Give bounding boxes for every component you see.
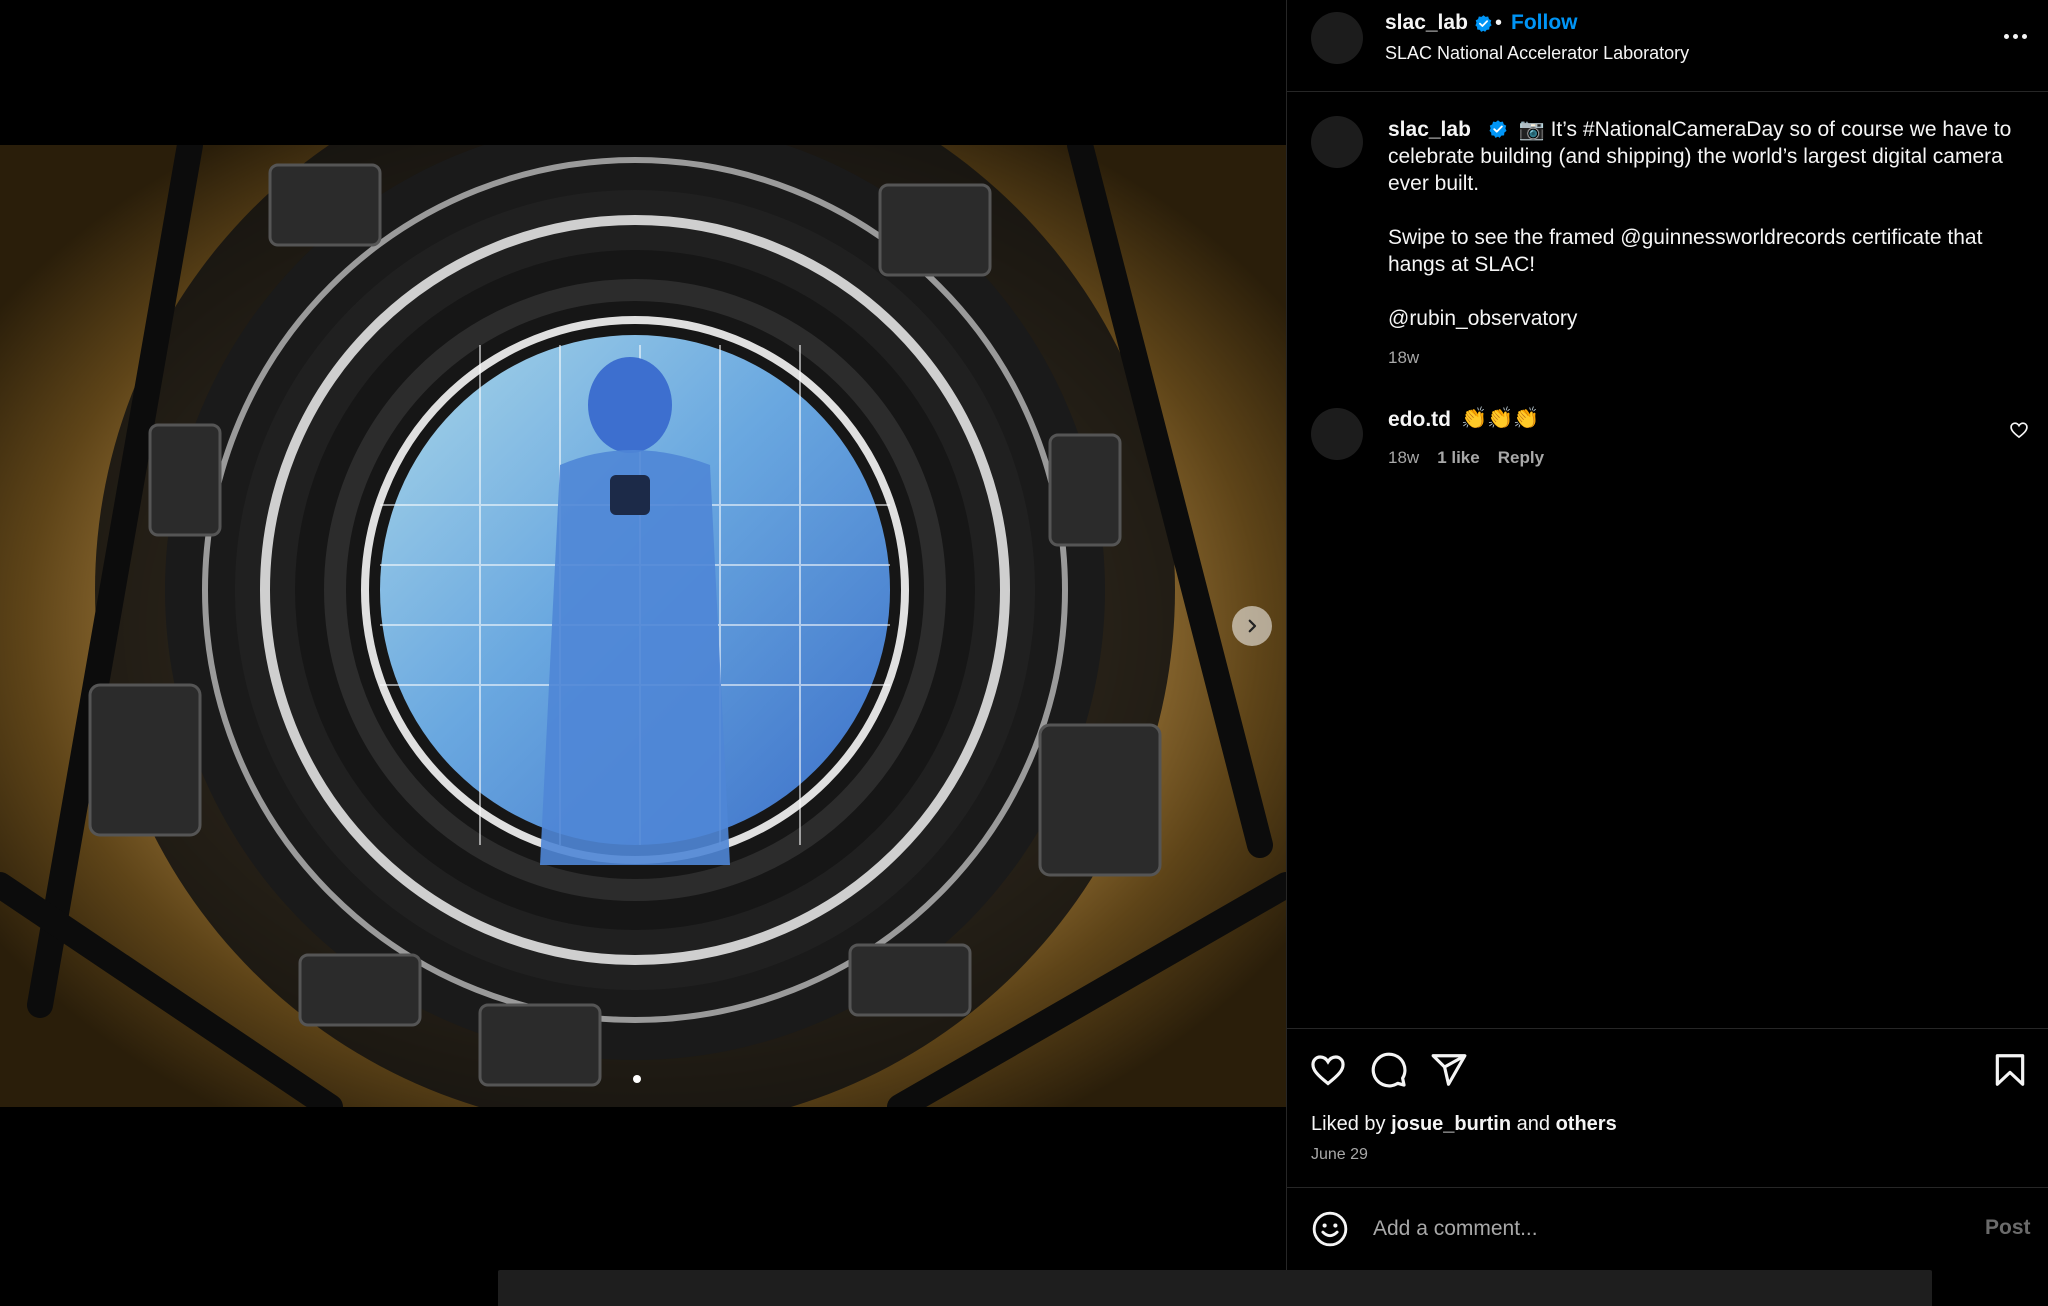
heart-icon[interactable]: [1309, 1051, 1347, 1089]
verified-badge-icon: [1489, 120, 1507, 138]
caption-line-1: It’s #NationalCameraDay so of course we …: [1388, 118, 2012, 195]
emoji-icon[interactable]: [1311, 1210, 1349, 1248]
liked-by-text: Liked by josue_burtin and others: [1311, 1113, 1617, 1136]
caption-text: slac_lab 📷 It’s #NationalCameraDay so of…: [1388, 116, 2018, 332]
comment-meta: 18w 1 like Reply: [1388, 448, 1544, 468]
comment-timestamp[interactable]: 18w: [1388, 448, 1419, 468]
comment-likes[interactable]: 1 like: [1437, 448, 1480, 468]
caption-timestamp[interactable]: 18w: [1388, 348, 1419, 368]
reply-button[interactable]: Reply: [1498, 448, 1544, 468]
commenter-username[interactable]: edo.td: [1388, 408, 1451, 432]
next-image-button[interactable]: [1232, 606, 1272, 646]
commenter-avatar[interactable]: [1311, 408, 1363, 460]
caption-line-2: Swipe to see the framed @guinnessworldre…: [1388, 226, 1983, 276]
author-subtitle[interactable]: SLAC National Accelerator Laboratory: [1385, 43, 1689, 64]
more-posts-thumbnail[interactable]: [1452, 1270, 1932, 1306]
post-actions: Liked by josue_burtin and others June 29: [1287, 1028, 2048, 1191]
comment-icon[interactable]: [1370, 1051, 1408, 1089]
post-author[interactable]: slac_lab: [1385, 11, 1493, 35]
comment-heart-icon[interactable]: [2009, 420, 2029, 440]
caption-avatar[interactable]: [1311, 116, 1363, 168]
camera-photo-illustration: [0, 145, 1286, 1107]
liked-by-others[interactable]: others: [1556, 1113, 1617, 1135]
post-side-panel: slac_lab • Follow SLAC National Accelera…: [1286, 0, 2048, 1270]
liked-by-user[interactable]: josue_burtin: [1391, 1113, 1511, 1135]
liked-by-and: and: [1516, 1113, 1551, 1135]
avatar[interactable]: [1311, 12, 1363, 64]
comment-item: edo.td 👏👏👏 18w 1 like Reply: [1287, 404, 2048, 474]
more-posts-thumbnail[interactable]: [498, 1270, 978, 1306]
share-icon[interactable]: [1430, 1051, 1468, 1089]
camera-emoji: 📷: [1518, 118, 1545, 141]
post-media-area: [0, 0, 1286, 1270]
verified-badge-icon: [1475, 14, 1492, 32]
bookmark-icon[interactable]: [1991, 1051, 2029, 1089]
follow-button[interactable]: Follow: [1511, 11, 1578, 35]
more-posts-thumbnail[interactable]: [975, 1270, 1455, 1306]
caption-mention[interactable]: @rubin_observatory: [1388, 305, 2018, 332]
more-options-icon[interactable]: [1995, 20, 2035, 52]
post-photo[interactable]: [0, 145, 1286, 1107]
post-header: slac_lab • Follow SLAC National Accelera…: [1287, 0, 2048, 92]
carousel-indicator: [633, 1075, 641, 1083]
chevron-right-icon: [1248, 619, 1257, 633]
caption-username[interactable]: slac_lab: [1388, 118, 1471, 141]
post-comment-button[interactable]: Post: [1985, 1216, 2031, 1240]
header-separator: •: [1495, 12, 1503, 34]
liked-by-prefix: Liked by: [1311, 1113, 1386, 1135]
post-date[interactable]: June 29: [1311, 1146, 1368, 1164]
add-comment-bar: Post: [1287, 1187, 2048, 1270]
post-author-username[interactable]: slac_lab: [1385, 11, 1468, 35]
comment-input[interactable]: [1373, 1210, 1933, 1248]
bottom-thumbnail-strip: [0, 1270, 2048, 1306]
comment-text: 👏👏👏: [1461, 407, 1540, 430]
